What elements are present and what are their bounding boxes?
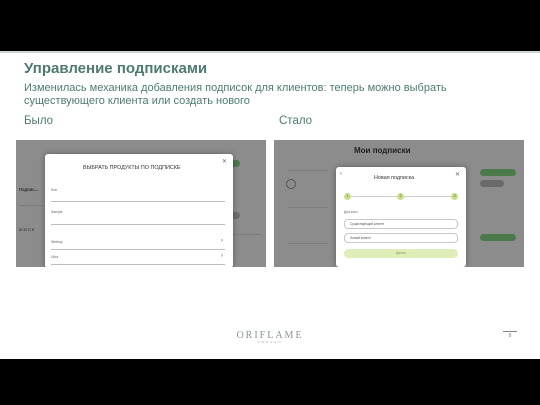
field-label: Sample <box>51 210 63 214</box>
top-band <box>0 0 540 52</box>
product-thumbnail <box>286 179 296 189</box>
chevron-right-icon[interactable]: › <box>221 253 223 259</box>
slide-content: Управление подписками Изменилась механик… <box>0 53 540 397</box>
chevron-right-icon[interactable]: › <box>221 238 223 244</box>
step-indicator: 2 <box>397 193 404 200</box>
next-button[interactable]: Далее <box>344 249 458 258</box>
step-indicator: 1 <box>344 193 351 200</box>
bg-divider <box>288 243 328 244</box>
field-label: Webtop <box>51 240 63 244</box>
slide-subtitle: Изменилась механика добавления подписок … <box>24 82 447 107</box>
bg-divider <box>19 205 43 206</box>
before-screenshot: Подпис... ВСЕГО В ВЫБРАТЬ ПРОДУКТЫ ПО ПО… <box>16 140 266 267</box>
bg-price-badge <box>480 180 504 187</box>
page-heading: Мои подписки <box>354 146 411 155</box>
logo-tagline: SWEDEN <box>257 340 283 344</box>
label-before: Было <box>24 115 54 127</box>
label-after: Стало <box>279 115 313 127</box>
field-underline[interactable] <box>51 224 225 225</box>
page-number: 8 <box>508 333 512 339</box>
field-underline[interactable] <box>51 201 225 202</box>
new-subscription-modal[interactable]: ‹ Новая подписка ✕ 1 2 3 Для кого Сущест… <box>336 167 466 267</box>
bg-total-text: ВСЕГО В <box>19 228 35 232</box>
bottom-band <box>0 359 540 405</box>
field-underline[interactable] <box>51 264 225 265</box>
bg-heading: Подпис... <box>19 187 39 192</box>
after-screenshot: Мои подписки ‹ Новая подписка ✕ 1 2 3 Дл… <box>274 140 524 267</box>
slide: Управление подписками Изменилась механик… <box>0 0 540 405</box>
bg-action-button <box>480 234 516 241</box>
page-number-rule <box>503 331 517 332</box>
field-label: Sub <box>51 188 58 192</box>
modal-title: ВЫБРАТЬ ПРОДУКТЫ ПО ПОДПИСКЕ <box>83 165 181 171</box>
select-products-modal[interactable]: ВЫБРАТЬ ПРОДУКТЫ ПО ПОДПИСКЕ ✕ Sub Sampl… <box>45 154 233 267</box>
bg-divider <box>231 234 261 235</box>
bg-divider <box>288 207 328 208</box>
slide-title: Управление подписками <box>24 60 208 77</box>
stepper: 1 2 3 <box>344 193 458 200</box>
modal-title: Новая подписка <box>374 175 415 181</box>
existing-client-option[interactable]: Существующий клиент <box>344 219 458 229</box>
section-label: Для кого <box>344 210 358 214</box>
field-label: Ultra <box>51 255 59 259</box>
bg-divider <box>288 170 328 171</box>
step-indicator: 3 <box>451 193 458 200</box>
new-client-option[interactable]: Новый клиент <box>344 233 458 243</box>
close-icon[interactable]: ✕ <box>222 158 227 165</box>
field-underline[interactable] <box>51 249 225 250</box>
close-icon[interactable]: ✕ <box>455 171 460 178</box>
oriflame-logo: ORIFLAME SWEDEN <box>0 330 540 344</box>
chevron-left-icon[interactable]: ‹ <box>340 171 342 177</box>
bg-action-button <box>480 169 516 176</box>
